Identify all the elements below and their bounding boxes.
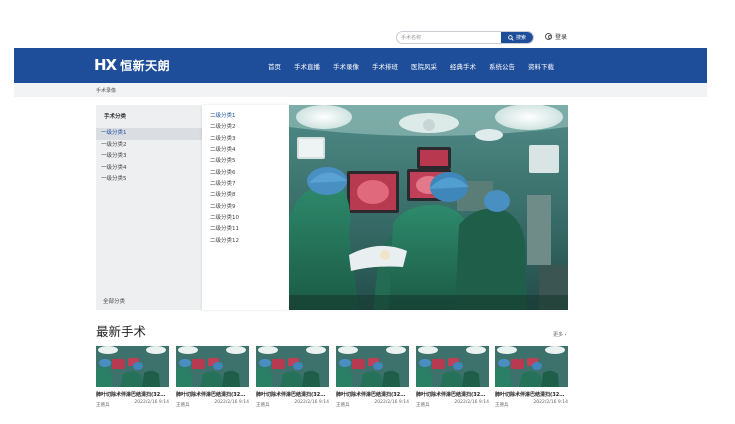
primary-category-item[interactable]: 一级分类4 xyxy=(96,163,202,175)
nav-item-recordings[interactable]: 手术录像 xyxy=(333,61,359,71)
category-sidebar: 手术分类 一级分类1 一级分类2 一级分类3 一级分类4 一级分类5 全部分类 xyxy=(96,105,202,310)
surgery-card-author: 王德兵 xyxy=(495,403,509,408)
secondary-category-item[interactable]: 二级分类11 xyxy=(210,224,239,235)
surgery-card-title[interactable]: 肺叶切除术伴淋巴结清扫(32… xyxy=(256,391,329,398)
primary-category-item[interactable]: 一级分类1 xyxy=(96,128,202,140)
surgery-card[interactable]: 肺叶切除术伴淋巴结清扫(32… 王德兵 2022/2/16 9:14 xyxy=(416,346,489,412)
surgery-card-date: 2022/2/16 9:14 xyxy=(214,400,249,405)
login-link[interactable]: 登录 xyxy=(545,32,567,41)
all-categories-link[interactable]: 全部分类 xyxy=(103,297,125,305)
logo[interactable]: HX 恒新天朗 xyxy=(94,56,170,74)
surgery-card-author: 王德兵 xyxy=(176,403,190,408)
primary-category-item[interactable]: 一级分类3 xyxy=(96,151,202,163)
latest-section-title: 最新手术 xyxy=(96,324,147,339)
secondary-category-item[interactable]: 二级分类7 xyxy=(210,179,239,190)
secondary-category-item[interactable]: 二级分类12 xyxy=(210,236,239,247)
nav-item-downloads[interactable]: 资料下载 xyxy=(528,61,554,71)
surgery-thumbnail[interactable] xyxy=(96,346,169,387)
breadcrumb-bar: 手术录像 xyxy=(14,83,707,97)
search-button-label: 搜索 xyxy=(515,35,526,41)
surgery-card-title[interactable]: 肺叶切除术伴淋巴结清扫(32… xyxy=(495,391,568,398)
more-link[interactable]: 更多 › xyxy=(553,331,567,338)
surgery-banner-image[interactable] xyxy=(289,105,568,310)
surgery-card-date: 2022/2/16 9:14 xyxy=(533,400,568,405)
user-icon xyxy=(545,33,552,40)
surgery-card[interactable]: 肺叶切除术伴淋巴结清扫(32… 王德兵 2022/2/16 9:14 xyxy=(336,346,409,412)
surgery-card[interactable]: 肺叶切除术伴淋巴结清扫(32… 王德兵 2022/2/16 9:14 xyxy=(495,346,568,412)
search-button[interactable]: 搜索 xyxy=(501,32,533,43)
secondary-category-panel: 二级分类1 二级分类2 二级分类3 二级分类4 二级分类5 二级分类6 二级分类… xyxy=(202,105,289,310)
breadcrumb[interactable]: 手术录像 xyxy=(96,87,116,94)
surgery-card[interactable]: 肺叶切除术伴淋巴结清扫(32… 王德兵 2022/2/16 9:14 xyxy=(256,346,329,412)
surgery-card-date: 2022/2/16 9:14 xyxy=(134,400,169,405)
surgery-card-date: 2022/2/16 9:14 xyxy=(294,400,329,405)
login-label: 登录 xyxy=(555,34,568,41)
surgery-card-author: 王德兵 xyxy=(256,403,270,408)
secondary-category-item[interactable]: 二级分类1 xyxy=(210,111,239,122)
nav-item-home[interactable]: 首页 xyxy=(268,61,281,71)
nav-item-live[interactable]: 手术直播 xyxy=(294,61,320,71)
surgery-card-title[interactable]: 肺叶切除术伴淋巴结清扫(32… xyxy=(336,391,409,398)
secondary-category-item[interactable]: 二级分类6 xyxy=(210,168,239,179)
nav-item-notices[interactable]: 系统公告 xyxy=(489,61,515,71)
surgery-thumbnail[interactable] xyxy=(416,346,489,387)
secondary-category-item[interactable]: 二级分类8 xyxy=(210,190,239,201)
secondary-category-list: 二级分类1 二级分类2 二级分类3 二级分类4 二级分类5 二级分类6 二级分类… xyxy=(210,111,239,247)
surgery-card-author: 王德兵 xyxy=(96,403,110,408)
surgery-card-title[interactable]: 肺叶切除术伴淋巴结清扫(32… xyxy=(176,391,249,398)
nav-item-schedule[interactable]: 手术排班 xyxy=(372,61,398,71)
search-box: 搜索 xyxy=(396,31,534,44)
nav-item-classic[interactable]: 经典手术 xyxy=(450,61,476,71)
latest-surgery-list: 肺叶切除术伴淋巴结清扫(32… 王德兵 2022/2/16 9:14 肺叶切除术… xyxy=(96,346,568,412)
surgery-card-title[interactable]: 肺叶切除术伴淋巴结清扫(32… xyxy=(96,391,169,398)
surgery-card-date: 2022/2/16 9:14 xyxy=(454,400,489,405)
secondary-category-item[interactable]: 二级分类5 xyxy=(210,156,239,167)
surgery-card-author: 王德兵 xyxy=(336,403,350,408)
secondary-category-item[interactable]: 二级分类10 xyxy=(210,213,239,224)
nav-menu: 首页 手术直播 手术录像 手术排班 医院风采 经典手术 系统公告 资料下载 xyxy=(268,48,567,83)
secondary-category-item[interactable]: 二级分类2 xyxy=(210,122,239,133)
primary-category-list: 一级分类1 一级分类2 一级分类3 一级分类4 一级分类5 xyxy=(96,128,202,186)
logo-name: 恒新天朗 xyxy=(120,58,171,73)
secondary-category-item[interactable]: 二级分类9 xyxy=(210,202,239,213)
logo-mark: HX xyxy=(94,56,117,74)
primary-category-item[interactable]: 一级分类5 xyxy=(96,174,202,186)
nav-item-hospital[interactable]: 医院风采 xyxy=(411,61,437,71)
primary-category-item[interactable]: 一级分类2 xyxy=(96,140,202,152)
search-icon xyxy=(508,34,514,41)
category-title: 手术分类 xyxy=(104,114,127,120)
surgery-card[interactable]: 肺叶切除术伴淋巴结清扫(32… 王德兵 2022/2/16 9:14 xyxy=(176,346,249,412)
surgery-card-author: 王德兵 xyxy=(416,403,430,408)
search-input[interactable] xyxy=(397,32,503,43)
secondary-category-item[interactable]: 二级分类3 xyxy=(210,134,239,145)
surgery-thumbnail[interactable] xyxy=(256,346,329,387)
surgery-card-date: 2022/2/16 9:14 xyxy=(374,400,409,405)
surgery-thumbnail[interactable] xyxy=(336,346,409,387)
surgery-card-title[interactable]: 肺叶切除术伴淋巴结清扫(32… xyxy=(416,391,489,398)
top-bar: 搜索 登录 xyxy=(0,0,735,48)
surgery-thumbnail[interactable] xyxy=(176,346,249,387)
surgery-card[interactable]: 肺叶切除术伴淋巴结清扫(32… 王德兵 2022/2/16 9:14 xyxy=(96,346,169,412)
secondary-category-item[interactable]: 二级分类4 xyxy=(210,145,239,156)
surgery-thumbnail[interactable] xyxy=(495,346,568,387)
main-navbar: HX 恒新天朗 首页 手术直播 手术录像 手术排班 医院风采 经典手术 系统公告… xyxy=(14,48,707,83)
